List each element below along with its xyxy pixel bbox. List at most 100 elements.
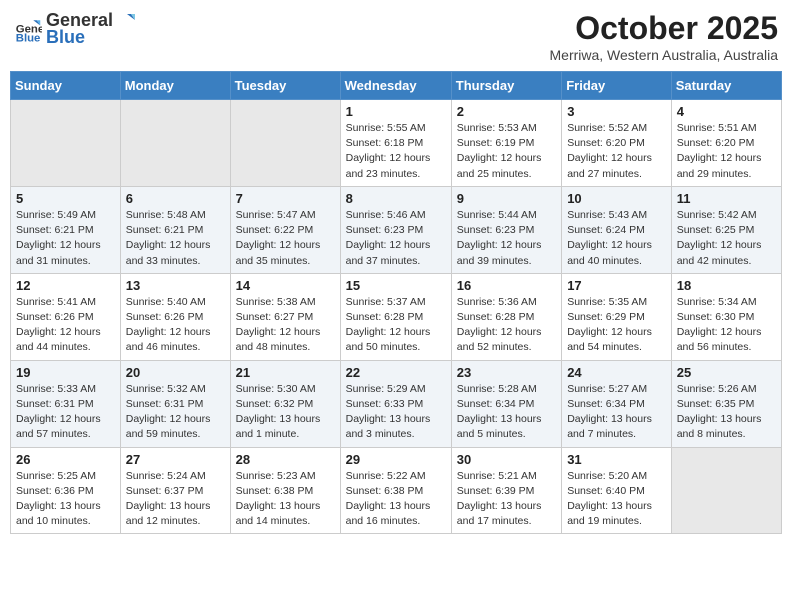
day-info: Sunrise: 5:22 AM Sunset: 6:38 PM Dayligh… [346,469,446,530]
day-info: Sunrise: 5:51 AM Sunset: 6:20 PM Dayligh… [677,121,776,182]
day-info: Sunrise: 5:55 AM Sunset: 6:18 PM Dayligh… [346,121,446,182]
calendar-cell: 17 Sunrise: 5:35 AM Sunset: 6:29 PM Dayli… [562,273,672,360]
day-info: Sunrise: 5:48 AM Sunset: 6:21 PM Dayligh… [126,208,225,269]
day-number: 18 [677,278,776,293]
logo-bird-icon [115,12,135,30]
day-number: 19 [16,365,115,380]
day-number: 9 [457,191,556,206]
day-number: 22 [346,365,446,380]
calendar-cell: 3Sunrise: 5:52 AM Sunset: 6:20 PM Daylig… [562,100,672,187]
day-number: 17 [567,278,666,293]
day-number: 12 [16,278,115,293]
calendar-cell: 26Sunrise: 5:25 AM Sunset: 6:36 PM Dayli… [11,447,121,534]
day-info: Sunrise: 5:32 AM Sunset: 6:31 PM Dayligh… [126,382,225,443]
day-info: Sunrise: 5:28 AM Sunset: 6:34 PM Dayligh… [457,382,556,443]
day-number: 4 [677,104,776,119]
calendar-cell [11,100,121,187]
day-info: Sunrise: 5:40 AM Sunset: 6:26 PM Dayligh… [126,295,225,356]
calendar-cell: 11 Sunrise: 5:42 AM Sunset: 6:25 PM Dayli… [671,186,781,273]
calendar-cell: 30Sunrise: 5:21 AM Sunset: 6:39 PM Dayli… [451,447,561,534]
calendar-cell: 12 Sunrise: 5:41 AM Sunset: 6:26 PM Dayli… [11,273,121,360]
day-info: Sunrise: 5:49 AM Sunset: 6:21 PM Dayligh… [16,208,115,269]
day-info: Sunrise: 5:24 AM Sunset: 6:37 PM Dayligh… [126,469,225,530]
weekday-header-sunday: Sunday [11,72,121,100]
day-number: 25 [677,365,776,380]
day-info: Sunrise: 5:35 AM Sunset: 6:29 PM Dayligh… [567,295,666,356]
day-number: 28 [236,452,335,467]
day-info: Sunrise: 5:46 AM Sunset: 6:23 PM Dayligh… [346,208,446,269]
day-number: 1 [346,104,446,119]
calendar-cell: 28 Sunrise: 5:23 AM Sunset: 6:38 PM Dayli… [230,447,340,534]
calendar-cell [230,100,340,187]
day-info: Sunrise: 5:23 AM Sunset: 6:38 PM Dayligh… [236,469,335,530]
logo-icon: General Blue [14,15,42,43]
calendar-cell: 8 Sunrise: 5:46 AM Sunset: 6:23 PM Daylig… [340,186,451,273]
calendar-week-row: 12 Sunrise: 5:41 AM Sunset: 6:26 PM Dayli… [11,273,782,360]
day-info: Sunrise: 5:27 AM Sunset: 6:34 PM Dayligh… [567,382,666,443]
calendar-cell: 14 Sunrise: 5:38 AM Sunset: 6:27 PM Dayli… [230,273,340,360]
day-number: 21 [236,365,335,380]
day-info: Sunrise: 5:25 AM Sunset: 6:36 PM Dayligh… [16,469,115,530]
day-number: 13 [126,278,225,293]
weekday-header-row: SundayMondayTuesdayWednesdayThursdayFrid… [11,72,782,100]
weekday-header-saturday: Saturday [671,72,781,100]
calendar-cell: 15Sunrise: 5:37 AM Sunset: 6:28 PM Dayli… [340,273,451,360]
calendar-cell: 19 Sunrise: 5:33 AM Sunset: 6:31 PM Dayli… [11,360,121,447]
day-info: Sunrise: 5:37 AM Sunset: 6:28 PM Dayligh… [346,295,446,356]
calendar-cell: 5Sunrise: 5:49 AM Sunset: 6:21 PM Daylig… [11,186,121,273]
svg-text:Blue: Blue [16,32,41,43]
weekday-header-wednesday: Wednesday [340,72,451,100]
day-info: Sunrise: 5:47 AM Sunset: 6:22 PM Dayligh… [236,208,335,269]
day-number: 24 [567,365,666,380]
day-number: 16 [457,278,556,293]
weekday-header-thursday: Thursday [451,72,561,100]
day-number: 11 [677,191,776,206]
day-info: Sunrise: 5:43 AM Sunset: 6:24 PM Dayligh… [567,208,666,269]
page-header: General Blue General Blue October 2025 M… [10,10,782,63]
day-info: Sunrise: 5:30 AM Sunset: 6:32 PM Dayligh… [236,382,335,443]
title-area: October 2025 Merriwa, Western Australia,… [550,10,779,63]
day-number: 31 [567,452,666,467]
calendar-cell: 7Sunrise: 5:47 AM Sunset: 6:22 PM Daylig… [230,186,340,273]
day-info: Sunrise: 5:26 AM Sunset: 6:35 PM Dayligh… [677,382,776,443]
calendar-cell: 9 Sunrise: 5:44 AM Sunset: 6:23 PM Daylig… [451,186,561,273]
day-number: 27 [126,452,225,467]
calendar-cell: 16 Sunrise: 5:36 AM Sunset: 6:28 PM Dayli… [451,273,561,360]
calendar-week-row: 5Sunrise: 5:49 AM Sunset: 6:21 PM Daylig… [11,186,782,273]
day-info: Sunrise: 5:20 AM Sunset: 6:40 PM Dayligh… [567,469,666,530]
calendar-cell: 1 Sunrise: 5:55 AM Sunset: 6:18 PM Daylig… [340,100,451,187]
calendar-cell: 2Sunrise: 5:53 AM Sunset: 6:19 PM Daylig… [451,100,561,187]
day-number: 2 [457,104,556,119]
weekday-header-tuesday: Tuesday [230,72,340,100]
calendar-cell [120,100,230,187]
day-info: Sunrise: 5:34 AM Sunset: 6:30 PM Dayligh… [677,295,776,356]
location-text: Merriwa, Western Australia, Australia [550,47,779,63]
calendar-table: SundayMondayTuesdayWednesdayThursdayFrid… [10,71,782,534]
day-info: Sunrise: 5:42 AM Sunset: 6:25 PM Dayligh… [677,208,776,269]
calendar-cell: 4 Sunrise: 5:51 AM Sunset: 6:20 PM Daylig… [671,100,781,187]
day-number: 6 [126,191,225,206]
weekday-header-monday: Monday [120,72,230,100]
calendar-cell: 27 Sunrise: 5:24 AM Sunset: 6:37 PM Dayli… [120,447,230,534]
calendar-cell: 20 Sunrise: 5:32 AM Sunset: 6:31 PM Dayli… [120,360,230,447]
calendar-cell: 22 Sunrise: 5:29 AM Sunset: 6:33 PM Dayli… [340,360,451,447]
day-info: Sunrise: 5:36 AM Sunset: 6:28 PM Dayligh… [457,295,556,356]
day-number: 30 [457,452,556,467]
day-number: 29 [346,452,446,467]
day-number: 20 [126,365,225,380]
calendar-cell: 21 Sunrise: 5:30 AM Sunset: 6:32 PM Dayli… [230,360,340,447]
day-number: 14 [236,278,335,293]
calendar-cell: 29 Sunrise: 5:22 AM Sunset: 6:38 PM Dayli… [340,447,451,534]
day-info: Sunrise: 5:29 AM Sunset: 6:33 PM Dayligh… [346,382,446,443]
weekday-header-friday: Friday [562,72,672,100]
calendar-cell: 23Sunrise: 5:28 AM Sunset: 6:34 PM Dayli… [451,360,561,447]
calendar-cell: 24 Sunrise: 5:27 AM Sunset: 6:34 PM Dayli… [562,360,672,447]
day-info: Sunrise: 5:33 AM Sunset: 6:31 PM Dayligh… [16,382,115,443]
day-info: Sunrise: 5:44 AM Sunset: 6:23 PM Dayligh… [457,208,556,269]
day-number: 8 [346,191,446,206]
day-info: Sunrise: 5:41 AM Sunset: 6:26 PM Dayligh… [16,295,115,356]
logo: General Blue General Blue [14,10,135,48]
calendar-week-row: 19 Sunrise: 5:33 AM Sunset: 6:31 PM Dayli… [11,360,782,447]
calendar-cell: 6 Sunrise: 5:48 AM Sunset: 6:21 PM Daylig… [120,186,230,273]
day-info: Sunrise: 5:38 AM Sunset: 6:27 PM Dayligh… [236,295,335,356]
